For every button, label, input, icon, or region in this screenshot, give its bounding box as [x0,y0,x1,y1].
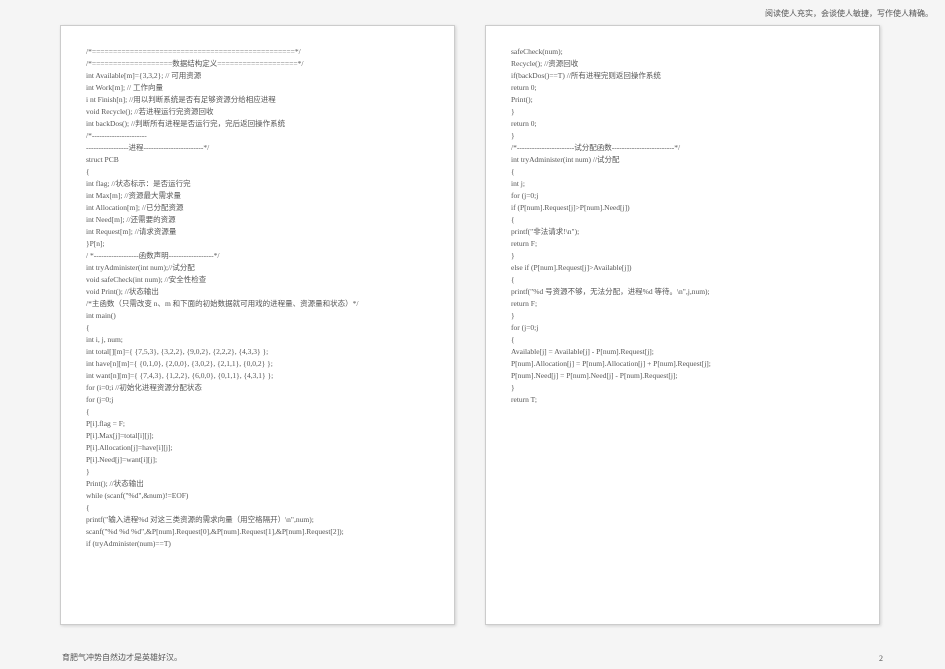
code-line: { [86,502,429,514]
code-line: /*======================================… [86,46,429,58]
code-line: if (tryAdminister(num)==T) [86,538,429,550]
code-line: Available[j] = Available[j] - P[num].Req… [511,346,854,358]
code-line: int Max[m]; //资源最大需求量 [86,190,429,202]
code-line: }P[n]; [86,238,429,250]
code-line: int Allocation[m]; //已分配资源 [86,202,429,214]
code-line: for (j=0;j [511,322,854,334]
code-line: Print(); //状态输出 [86,478,429,490]
code-line: { [511,214,854,226]
code-line: { [511,166,854,178]
code-line: /*---------------------- [86,130,429,142]
code-block-2: safeCheck(num); Recycle(); //资源回收 if(bac… [511,46,854,406]
page-spread: /*======================================… [0,0,945,635]
code-line: for (i=0;i //初始化进程资源分配状态 [86,382,429,394]
page-2: safeCheck(num); Recycle(); //资源回收 if(bac… [485,25,880,625]
page-1: /*======================================… [60,25,455,625]
code-line: Recycle(); //资源回收 [511,58,854,70]
footer-slogan: 育肥气冲势自然边才是英雄好汉。 [62,652,182,663]
code-line: void Print(); //状态输出 [86,286,429,298]
page-number: 2 [879,654,883,663]
code-line: struct PCB [86,154,429,166]
code-line: int backDos(); //判断所有进程是否运行完，完后返回操作系统 [86,118,429,130]
code-line: return F; [511,238,854,250]
code-line: } [511,310,854,322]
code-line: -----------------进程---------------------… [86,142,429,154]
code-line: int i, j, num; [86,334,429,346]
code-line: int main() [86,310,429,322]
code-line: { [86,406,429,418]
code-line: printf("非法请求!\n"); [511,226,854,238]
code-block-1: /*======================================… [86,46,429,550]
code-line: int flag; //状态标示：是否运行完 [86,178,429,190]
code-line: P[i].Need[j]=want[i][j]; [86,454,429,466]
code-line: void Recycle(); //若进程运行完资源回收 [86,106,429,118]
code-line: printf("输入进程%d 对这三类资源的需求向量（用空格隔开）\n",num… [86,514,429,526]
code-line: { [511,334,854,346]
header-slogan: 阅读使人充实，会谈使人敏捷，写作使人精确。 [765,8,933,19]
code-line: i nt Finish[n]; //用以判断系统是否有足够资源分给相应进程 [86,94,429,106]
code-line: void safeCheck(int num); //安全性检查 [86,274,429,286]
code-line: return 0; [511,82,854,94]
code-line: P[i].Max[j]=total[i][j]; [86,430,429,442]
code-line: int tryAdminister(int num);//试分配 [86,262,429,274]
code-line: safeCheck(num); [511,46,854,58]
code-line: { [86,166,429,178]
code-line: int Work[m]; // 工作向量 [86,82,429,94]
code-line: P[i].Allocation[j]=have[i][j]; [86,442,429,454]
code-line: { [86,322,429,334]
code-line: /*===================数据结构定义=============… [86,58,429,70]
code-line: int have[n][m]={ {0,1,0}, {2,0,0}, {3,0,… [86,358,429,370]
code-line: } [511,250,854,262]
code-line: /*主函数（只需改变 n、m 和下面的初始数据就可用戏的进程量、资源量和状态）*… [86,298,429,310]
code-line: return 0; [511,118,854,130]
code-line: } [86,466,429,478]
code-line: P[num].Allocation[j] = P[num].Allocation… [511,358,854,370]
code-line: } [511,106,854,118]
code-line: P[num].Need[j] = P[num].Need[j] - P[num]… [511,370,854,382]
code-line: int Available[m]={3,3,2}; // 可用资源 [86,70,429,82]
code-line: else if (P[num].Request[j]>Available[j]) [511,262,854,274]
code-line: } [511,382,854,394]
code-line: /*-----------------------试分配函数----------… [511,142,854,154]
code-line: for (j=0;j [511,190,854,202]
code-line: return F; [511,298,854,310]
code-line: } [511,130,854,142]
code-line: while (scanf("%d",&num)!=EOF) [86,490,429,502]
code-line: int j; [511,178,854,190]
code-line: if(backDos()==T) //所有进程完则返回操作系统 [511,70,854,82]
code-line: P[i].flag = F; [86,418,429,430]
code-line: int Need[m]; //还需要的资源 [86,214,429,226]
code-line: int want[n][m]={ {7,4,3}, {1,2,2}, {6,0,… [86,370,429,382]
code-line: Print(); [511,94,854,106]
code-line: printf("%d 号资源不够，无法分配，进程%d 等待。\n",j,num)… [511,286,854,298]
code-line: if (P[num].Request[j]>P[num].Need[j]) [511,202,854,214]
code-line: int tryAdminister(int num) //试分配 [511,154,854,166]
code-line: / *------------------函数声明---------------… [86,250,429,262]
code-line: int total[][m]={ {7,5,3}, {3,2,2}, {9,0,… [86,346,429,358]
code-line: scanf("%d %d %d",&P[num].Request[0],&P[n… [86,526,429,538]
code-line: int Request[m]; //请求资源量 [86,226,429,238]
code-line: for (j=0;j [86,394,429,406]
code-line: { [511,274,854,286]
code-line: return T; [511,394,854,406]
